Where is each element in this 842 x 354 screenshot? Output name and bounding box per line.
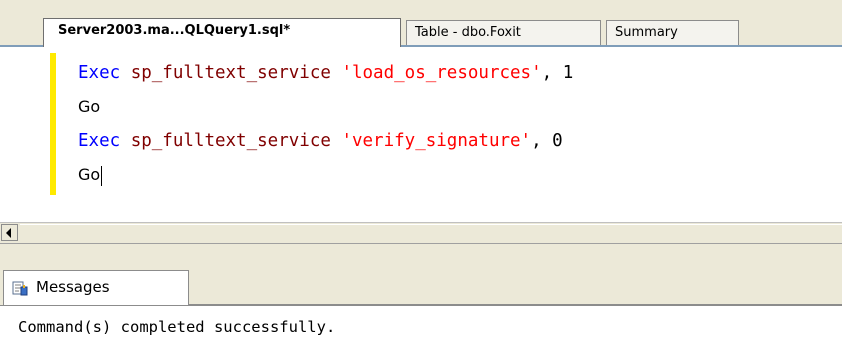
string-literal: 'load_os_resources': [341, 63, 542, 83]
procedure-name: sp_fulltext_service: [130, 131, 331, 151]
text-caret: [101, 165, 103, 186]
go-statement: Go: [78, 97, 101, 116]
pane-splitter[interactable]: [0, 243, 842, 261]
messages-tab-label: Messages: [36, 278, 110, 296]
status-message: Command(s) completed successfully.: [18, 318, 336, 336]
argument: , 1: [541, 63, 574, 83]
code-line-1: Exec sp_fulltext_service 'load_os_resour…: [78, 56, 573, 90]
messages-icon: [12, 281, 28, 296]
code-line-4: Go: [78, 158, 103, 192]
tab-summary[interactable]: Summary: [606, 20, 739, 46]
argument: , 0: [531, 131, 563, 151]
scrollbar-track[interactable]: [20, 224, 842, 242]
code-line-2: Go: [78, 90, 100, 124]
messages-pane[interactable]: Command(s) completed successfully.: [0, 305, 842, 354]
query-editor-window: Server2003.ma...QLQuery1.sql* Table - db…: [0, 0, 842, 354]
scroll-left-button[interactable]: [1, 224, 18, 241]
horizontal-scrollbar[interactable]: [0, 222, 842, 243]
tab-messages[interactable]: Messages: [3, 270, 189, 305]
string-literal: 'verify_signature': [341, 131, 532, 151]
code-line-3: Exec sp_fulltext_service 'verify_signatu…: [78, 124, 563, 158]
sql-code-editor[interactable]: Exec sp_fulltext_service 'load_os_resour…: [0, 46, 842, 223]
change-tracking-bar: [50, 53, 56, 195]
keyword-exec: Exec: [78, 63, 121, 83]
tab-table-foxit[interactable]: Table - dbo.Foxit: [406, 20, 601, 46]
results-tab-strip: Messages: [0, 260, 842, 310]
tab-query-sql[interactable]: Server2003.ma...QLQuery1.sql*: [43, 18, 401, 47]
arrow-left-icon: [6, 228, 11, 238]
keyword-exec: Exec: [78, 131, 121, 151]
procedure-name: sp_fulltext_service: [130, 63, 331, 83]
go-statement: Go: [78, 165, 101, 184]
document-tab-strip: Server2003.ma...QLQuery1.sql* Table - db…: [0, 0, 842, 47]
